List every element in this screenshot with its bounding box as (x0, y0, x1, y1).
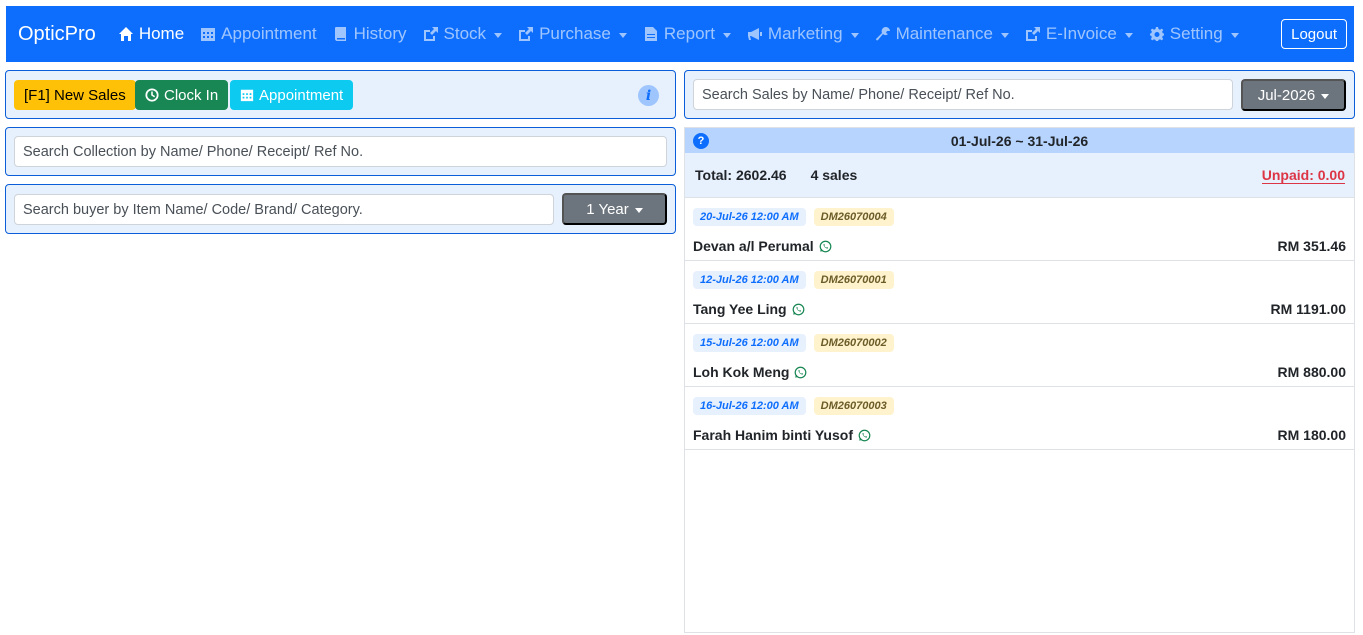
sale-ref-badge: DM26070001 (813, 271, 894, 289)
sales-row[interactable]: 16-Jul-26 12:00 AM DM26070003 Farah Hani… (685, 387, 1354, 450)
nav-stock-label: Stock (443, 24, 487, 43)
nav-report[interactable]: Report (643, 24, 731, 44)
sales-row[interactable]: 15-Jul-26 12:00 AM DM26070002 Loh Kok Me… (685, 324, 1354, 387)
nav-history-label: History (353, 24, 407, 43)
month-label: Jul-2026 (1257, 86, 1316, 104)
brand-logo[interactable]: OpticPro (18, 23, 96, 46)
collection-search-input[interactable] (14, 136, 667, 167)
logout-button[interactable]: Logout (1281, 19, 1347, 49)
sales-list-panel: ? 01-Jul-26 ~ 31-Jul-26 Total: 2602.46 4… (684, 127, 1355, 633)
sales-row[interactable]: 12-Jul-26 12:00 AM DM26070001 Tang Yee L… (685, 261, 1354, 324)
nav-purchase-label: Purchase (539, 24, 611, 43)
nav-maintenance[interactable]: Maintenance (875, 24, 1009, 44)
nav-setting-label: Setting (1169, 24, 1223, 43)
chevron-down-icon (618, 32, 627, 38)
sale-date-badge: 12-Jul-26 12:00 AM (693, 271, 806, 289)
chevron-down-icon (722, 32, 731, 38)
collection-search-panel (5, 127, 676, 176)
sale-amount: RM 880.00 (1277, 364, 1346, 380)
whatsapp-icon[interactable] (858, 429, 871, 442)
nav-appointment-label: Appointment (221, 24, 317, 43)
sale-date-badge: 20-Jul-26 12:00 AM (693, 208, 806, 226)
sale-ref-badge: DM26070004 (813, 208, 894, 226)
wrench-icon (875, 27, 890, 41)
new-sales-button[interactable]: [F1] New Sales (14, 80, 136, 110)
buyer-search-panel: 1 Year (5, 184, 676, 234)
nav-purchase[interactable]: Purchase (518, 24, 627, 44)
top-navbar: OpticPro Home Appointment History Stock … (6, 6, 1354, 62)
chevron-down-icon (634, 207, 643, 213)
customer-name: Loh Kok Meng (693, 364, 790, 380)
sale-amount: RM 351.46 (1277, 238, 1346, 254)
sale-amount: RM 1191.00 (1270, 301, 1347, 317)
share-icon (423, 27, 438, 41)
sales-summary: Total: 2602.46 4 sales Unpaid: 0.00 (685, 153, 1354, 198)
period-label: 1 Year (586, 200, 629, 218)
nav-setting[interactable]: Setting (1149, 24, 1239, 44)
info-icon[interactable]: i (638, 85, 659, 106)
share-icon (519, 27, 534, 41)
new-sales-label: [F1] New Sales (24, 86, 126, 104)
chevron-down-icon (1000, 32, 1009, 38)
whatsapp-icon[interactable] (819, 240, 832, 253)
nav-marketing-label: Marketing (767, 24, 843, 43)
sale-ref-badge: DM26070003 (813, 397, 894, 415)
chevron-down-icon (1230, 32, 1239, 38)
appointment-label: Appointment (259, 86, 344, 104)
whatsapp-icon[interactable] (792, 303, 805, 316)
unpaid-amount-link[interactable]: Unpaid: 0.00 (1261, 167, 1345, 184)
sale-ref-badge: DM26070002 (813, 334, 894, 352)
nav-report-label: Report (663, 24, 715, 43)
date-range: 01-Jul-26 ~ 31-Jul-26 (950, 132, 1089, 149)
book-icon (334, 27, 346, 41)
nav-stock[interactable]: Stock (423, 24, 503, 44)
calendar-icon (240, 89, 254, 102)
buyer-search-input[interactable] (14, 194, 554, 225)
chevron-down-icon (850, 32, 859, 38)
nav-appointment[interactable]: Appointment (200, 24, 317, 44)
share-icon (1025, 27, 1040, 41)
nav-e-invoice[interactable]: E-Invoice (1025, 24, 1133, 44)
nav-marketing[interactable]: Marketing (747, 24, 859, 44)
nav-e-invoice-label: E-Invoice (1045, 24, 1117, 43)
month-dropdown-button[interactable]: Jul-2026 (1241, 79, 1346, 111)
clock-in-label: Clock In (164, 86, 219, 104)
help-icon[interactable]: ? (693, 133, 709, 149)
sales-search-input[interactable] (693, 79, 1233, 110)
sale-date-badge: 15-Jul-26 12:00 AM (693, 334, 806, 352)
calendar-icon (201, 28, 216, 41)
clock-in-button[interactable]: Clock In (135, 80, 229, 110)
nav-history[interactable]: History (333, 24, 407, 44)
sales-date-range-header: ? 01-Jul-26 ~ 31-Jul-26 (685, 128, 1354, 153)
sale-amount: RM 180.00 (1277, 427, 1346, 443)
customer-name: Farah Hanim binti Yusof (693, 427, 853, 443)
sales-search-panel: Jul-2026 (684, 70, 1355, 119)
quick-actions-panel: [F1] New Sales Clock In Appointment i (5, 70, 676, 119)
chevron-down-icon (494, 32, 503, 38)
sales-count: 4 sales (810, 167, 858, 183)
nav-home[interactable]: Home (118, 24, 184, 44)
gear-icon (1149, 27, 1164, 41)
clock-icon (145, 88, 159, 102)
megaphone-icon (747, 28, 762, 40)
sales-total: Total: 2602.46 (695, 167, 787, 183)
chevron-down-icon (1124, 32, 1133, 38)
appointment-button[interactable]: Appointment (230, 80, 354, 110)
customer-name: Devan a/l Perumal (693, 238, 814, 254)
sales-row[interactable]: 20-Jul-26 12:00 AM DM26070004 Devan a/l … (685, 198, 1354, 261)
chevron-down-icon (1321, 93, 1330, 99)
nav-maintenance-label: Maintenance (895, 24, 993, 43)
nav-home-label: Home (138, 24, 185, 43)
home-icon (118, 27, 133, 41)
customer-name: Tang Yee Ling (693, 301, 787, 317)
period-dropdown-button[interactable]: 1 Year (562, 193, 667, 225)
sale-date-badge: 16-Jul-26 12:00 AM (693, 397, 806, 415)
file-icon (644, 27, 657, 41)
whatsapp-icon[interactable] (794, 366, 807, 379)
